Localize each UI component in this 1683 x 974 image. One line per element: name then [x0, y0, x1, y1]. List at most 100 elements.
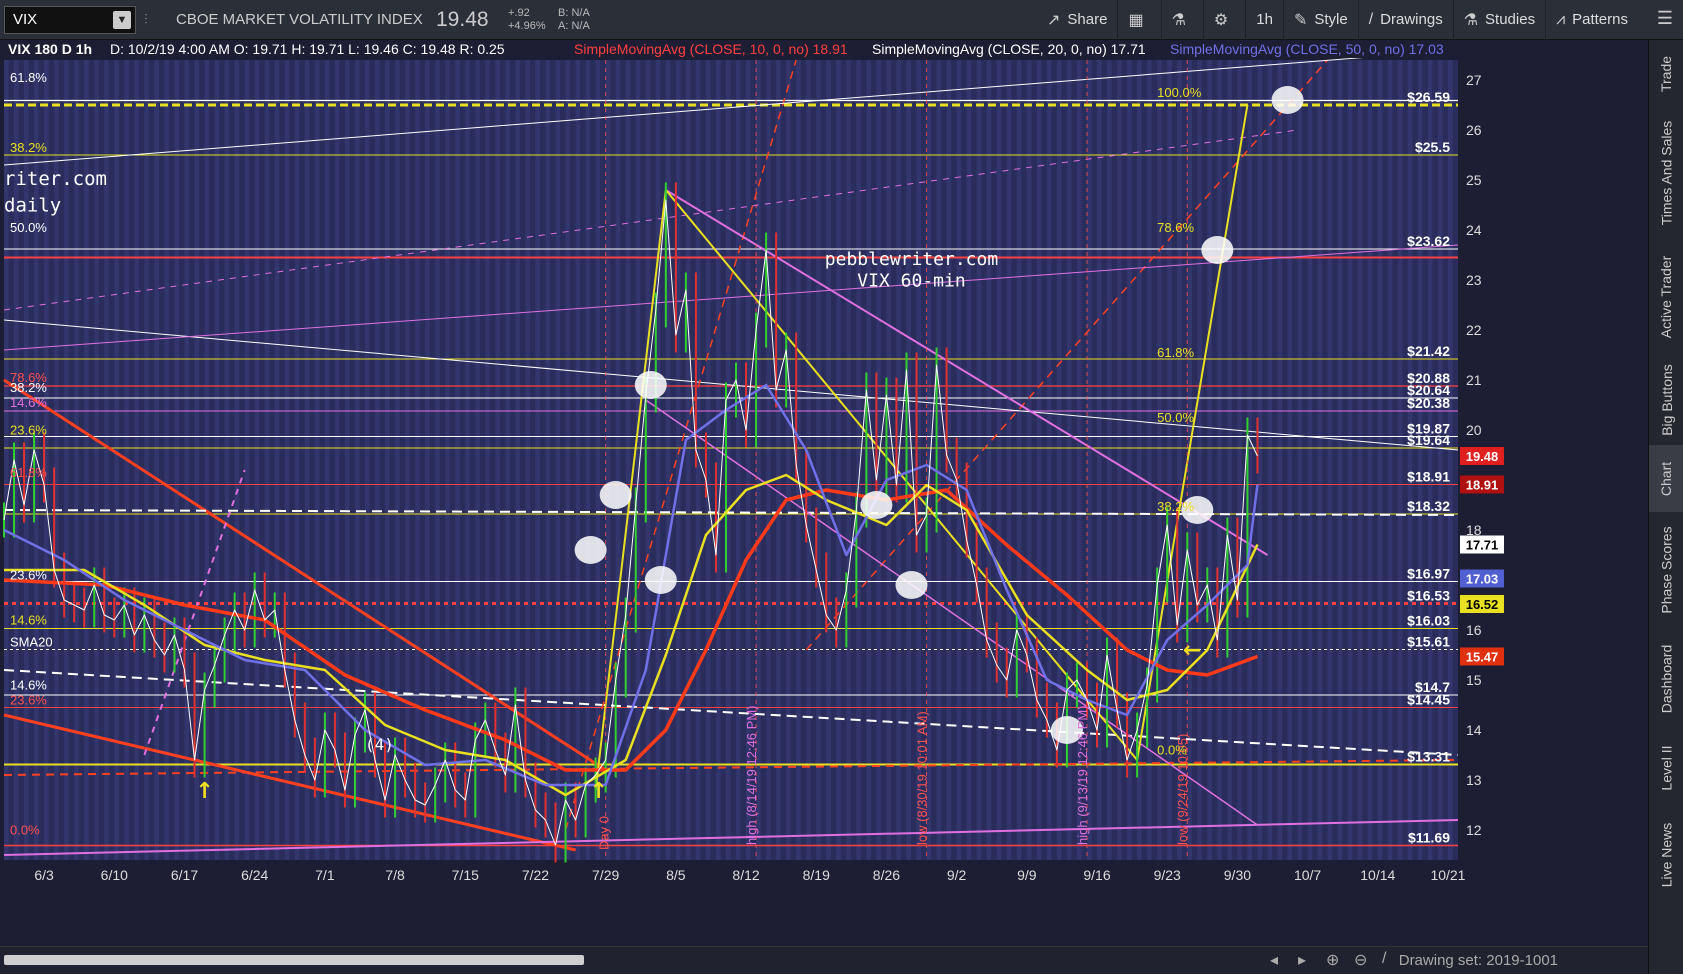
fib-label-inner: 100.0%: [1157, 85, 1202, 100]
menu-icon[interactable]: ☰: [1650, 8, 1680, 32]
x-tick-label: 7/22: [522, 867, 549, 883]
settings-button[interactable]: ⚙: [1202, 0, 1245, 40]
bid-ask: B: N/A A: N/A: [558, 7, 618, 33]
event-label-high-814: high (8/14/19 12:46 PM): [744, 706, 759, 845]
fib-label-left: SMA20: [10, 635, 53, 650]
share-button[interactable]: ↗ Share: [1037, 0, 1117, 40]
sma10-legend: SimpleMovingAvg (CLOSE, 10, 0, no) 18.91: [574, 41, 848, 57]
x-tick-label: 6/24: [241, 867, 268, 883]
watermark-corner1: riter.com: [4, 168, 107, 190]
gear-icon: ⚙: [1213, 11, 1229, 29]
level-price-label: $18.91: [1407, 469, 1450, 485]
sidebar-tab-label: Times And Sales: [1658, 120, 1675, 226]
stripe: [565, 60, 571, 860]
sidebar-tab-trade[interactable]: Trade: [1649, 40, 1683, 108]
flask-button[interactable]: ⚗: [1160, 0, 1203, 40]
marker-ellipse: [1271, 86, 1304, 114]
sidebar-tab-chart[interactable]: Chart: [1649, 445, 1683, 512]
sidebar-tab-phase-scores[interactable]: Phase Scores: [1649, 512, 1683, 628]
style-button[interactable]: ✎ Style: [1282, 0, 1358, 40]
sidebar-tab-times-and-sales[interactable]: Times And Sales: [1649, 108, 1683, 238]
stripe: [665, 60, 671, 860]
y-tick-label: 12: [1466, 822, 1482, 838]
watermark-line1: pebblewriter.com: [825, 249, 998, 270]
stripe: [1417, 60, 1423, 860]
stripe: [1317, 60, 1323, 860]
yellow-arrow: ↑: [195, 779, 213, 804]
y-tick-label: 20: [1466, 422, 1482, 438]
stripe: [134, 60, 139, 860]
fib-label-left: 61.8%: [10, 465, 47, 480]
stripe: [465, 60, 470, 860]
sidebar-tab-label: Active Trader: [1658, 255, 1675, 338]
pencil-icon: /: [1368, 10, 1374, 28]
fib-label-left: 23.6%: [10, 693, 47, 708]
drawing-set-label[interactable]: Drawing set: 2019-1001: [1399, 952, 1558, 969]
sidebar-tab-big-buttons[interactable]: Big Buttons: [1649, 355, 1683, 445]
stripe: [274, 60, 280, 860]
stripe: [264, 60, 270, 860]
patterns-icon: ⩘: [1556, 10, 1566, 28]
chart-area[interactable]: 121314151617181920212223242526276/36/106…: [0, 40, 1648, 974]
right-sidebar: Trade Times And Sales Active Trader Big But…: [1648, 40, 1683, 974]
stripe: [144, 60, 149, 860]
draw-icon[interactable]: /: [1382, 950, 1386, 968]
stripe: [1377, 60, 1383, 860]
sidebar-tab-level-ii[interactable]: Level II: [1649, 730, 1683, 805]
stripe: [174, 60, 179, 860]
level-price-label: $18.32: [1407, 498, 1450, 514]
stripe: [575, 60, 581, 860]
drawings-label: Drawings: [1380, 11, 1443, 28]
stripe: [535, 60, 540, 860]
fib-label-left: 38.2%: [10, 380, 47, 395]
fib-label-left: 50.0%: [10, 220, 47, 235]
stripe: [1337, 60, 1343, 860]
scroll-left-icon[interactable]: ◂: [1270, 950, 1278, 970]
price-tag: 19.48: [1460, 447, 1504, 465]
marker-ellipse: [599, 481, 632, 509]
yellow-arrow: ←: [1183, 638, 1201, 663]
x-tick-label: 7/15: [452, 867, 479, 883]
zoom-in-icon[interactable]: ⊕: [1326, 950, 1339, 970]
marker-ellipse: [860, 491, 893, 519]
symbol-text: VIX: [13, 11, 38, 28]
y-tick-label: 14: [1466, 722, 1482, 738]
stripe: [1237, 60, 1242, 860]
x-tick-label: 8/5: [666, 867, 686, 883]
fib-label-inner: 78.6%: [1157, 220, 1194, 235]
drawings-button[interactable]: / Drawings: [1357, 0, 1453, 40]
ask-value: A: N/A: [558, 19, 590, 32]
sidebar-tab-active-trader[interactable]: Active Trader: [1649, 238, 1683, 355]
wave-label: (4): [365, 735, 394, 754]
x-tick-label: 10/21: [1430, 867, 1465, 883]
stripe: [836, 60, 841, 860]
studies-button[interactable]: ⚗ Studies: [1452, 0, 1545, 40]
stripe: [1307, 60, 1313, 860]
sidebar-tab-dashboard[interactable]: Dashboard: [1649, 628, 1683, 730]
fib-label-left: 61.8%: [10, 70, 47, 85]
symbol-input[interactable]: VIX ▼: [4, 5, 136, 34]
price-chart[interactable]: 121314151617181920212223242526276/36/106…: [0, 40, 1648, 974]
price-tag-text: 17.71: [1466, 538, 1499, 553]
stripe: [685, 60, 691, 860]
patterns-button[interactable]: ⩘ Patterns: [1545, 0, 1638, 40]
symbol-dropdown-icon[interactable]: ▼: [113, 10, 131, 29]
level-price-label: $23.62: [1407, 233, 1450, 249]
stripe: [1287, 60, 1293, 860]
stripe: [214, 60, 220, 860]
zoom-out-icon[interactable]: ⊖: [1354, 950, 1367, 970]
event-label-low-830: low (8/30/19 10:01 AM): [915, 711, 930, 845]
marker-ellipse: [895, 571, 928, 599]
stripe: [154, 60, 159, 860]
scroll-right-icon[interactable]: ▸: [1298, 950, 1306, 970]
stripe: [545, 60, 551, 860]
sidebar-tab-label: Phase Scores: [1658, 526, 1675, 614]
timeframe-button[interactable]: 1h: [1245, 0, 1283, 40]
stripe: [1327, 60, 1333, 860]
fib-label-inner: 50.0%: [1157, 410, 1194, 425]
stripe: [715, 60, 721, 860]
link-icon[interactable]: ⫶: [144, 11, 158, 28]
sidebar-tab-live-news[interactable]: Live News: [1649, 805, 1683, 905]
horizontal-scrollbar[interactable]: [4, 955, 584, 965]
grid-button[interactable]: ▦: [1117, 0, 1160, 40]
